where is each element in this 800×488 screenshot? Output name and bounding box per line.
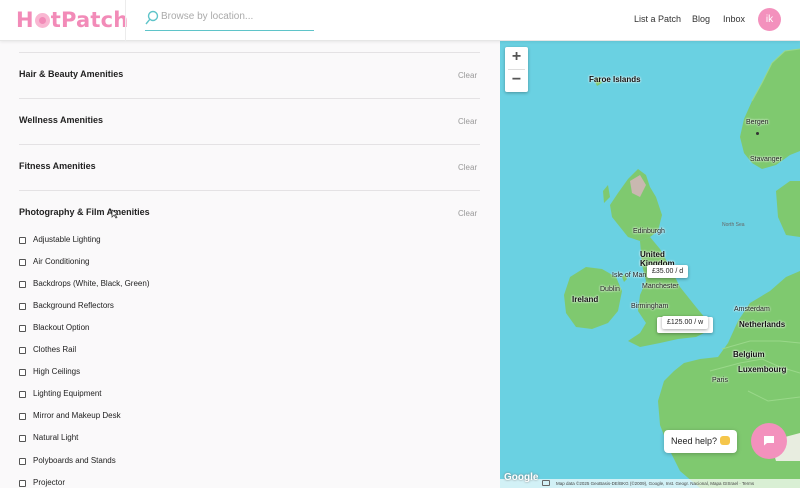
map-label-isle-of-man: Isle of Man (612, 272, 647, 279)
map-label-stavanger: Stavanger (750, 156, 782, 163)
clear-photography-film-button[interactable]: Clear (458, 209, 477, 218)
checkbox[interactable] (19, 347, 26, 354)
map-label-dublin: Dublin (600, 286, 620, 293)
checkbox[interactable] (19, 435, 26, 442)
section-divider (19, 98, 480, 99)
chat-button[interactable] (751, 423, 787, 459)
zoom-out-button[interactable]: − (505, 70, 528, 92)
section-divider (19, 144, 480, 145)
terms-link[interactable]: Terms (742, 481, 754, 486)
clear-hair-beauty-button[interactable]: Clear (458, 71, 477, 80)
nav-inbox[interactable]: Inbox (723, 14, 745, 24)
zoom-control: + − (505, 47, 528, 92)
price-pin-daily[interactable]: £35.00 / d (647, 265, 689, 278)
hotpatch-logo[interactable]: HtPatch (16, 8, 128, 32)
zoom-in-button[interactable]: + (505, 47, 528, 69)
clear-fitness-button[interactable]: Clear (458, 163, 477, 172)
mouse-cursor-icon (111, 209, 119, 219)
search-icon (145, 10, 159, 25)
section-title-hair-beauty[interactable]: Hair & Beauty Amenities (19, 69, 123, 79)
map-label-luxembourg: Luxembourg (738, 365, 787, 374)
option-label: Backdrops (White, Black, Green) (33, 279, 150, 288)
city-dot (756, 132, 759, 135)
option-label: Lighting Equipment (33, 389, 102, 398)
checkbox[interactable] (19, 480, 26, 487)
option-label: Adjustable Lighting (33, 235, 101, 244)
option-label: Projector (33, 478, 66, 487)
section-divider (19, 190, 480, 191)
nav-list-a-patch[interactable]: List a Patch (634, 14, 681, 24)
option-label: Air Conditioning (33, 257, 90, 266)
header-divider (125, 0, 126, 41)
top-header: HtPatch List a Patch Blog Inbox ik (0, 0, 800, 41)
checkbox[interactable] (19, 391, 26, 398)
section-divider (19, 52, 480, 53)
option-label: High Ceilings (33, 367, 81, 376)
option-label: Natural Light (33, 433, 79, 442)
option-label: Mirror and Makeup Desk (33, 411, 121, 420)
map-label-north-sea: North Sea (722, 222, 745, 228)
section-title-photography-film[interactable]: Photography & Film Amenities (19, 207, 150, 217)
map-label-bergen: Bergen (746, 119, 769, 126)
checkbox[interactable] (19, 237, 26, 244)
checkbox[interactable] (19, 413, 26, 420)
section-title-wellness[interactable]: Wellness Amenities (19, 115, 103, 125)
map-label-netherlands: Netherlands (739, 320, 786, 329)
checkbox[interactable] (19, 303, 26, 310)
map-label-paris: Paris (712, 377, 728, 384)
option-label: Polyboards and Stands (33, 456, 116, 465)
need-help-bubble[interactable]: Need help? (664, 430, 738, 453)
clear-wellness-button[interactable]: Clear (458, 117, 477, 126)
map-label-ireland: Ireland (572, 295, 599, 304)
keyboard-shortcuts-icon[interactable] (542, 480, 550, 486)
option-label: Background Reflectors (33, 301, 114, 310)
checkbox[interactable] (19, 369, 26, 376)
section-title-fitness[interactable]: Fitness Amenities (19, 161, 96, 171)
search-bar[interactable] (145, 9, 314, 31)
option-label: Blackout Option (33, 323, 90, 332)
amenities-filter-panel: Hair & Beauty Amenities Clear Wellness A… (0, 41, 500, 488)
map-label-amsterdam: Amsterdam (734, 306, 770, 313)
price-pin-weekly[interactable]: £125.00 / w (662, 316, 709, 329)
wave-emoji-icon (720, 436, 731, 445)
chat-bubble-icon (764, 436, 774, 446)
map-label-birmingham: Birmingham (631, 303, 669, 310)
checkbox[interactable] (19, 281, 26, 288)
checkbox[interactable] (19, 259, 26, 266)
logo-o-icon (34, 13, 50, 28)
map-label-belgium: Belgium (733, 350, 765, 359)
checkbox[interactable] (19, 458, 26, 465)
nav-blog[interactable]: Blog (692, 14, 710, 24)
map-attribution-text: Map data ©2025 GeoBasis-DE/BKG (©2009), … (556, 481, 755, 486)
google-logo: Google (504, 472, 539, 483)
search-input[interactable] (161, 11, 311, 22)
map-label-manchester: Manchester (642, 283, 679, 290)
option-label: Clothes Rail (33, 345, 77, 354)
map-label-faroe: Faroe Islands (589, 75, 641, 84)
checkbox[interactable] (19, 325, 26, 332)
user-avatar[interactable]: ik (758, 8, 781, 31)
map-label-edinburgh: Edinburgh (633, 228, 665, 235)
map-view[interactable]: + − Faroe Islands Bergen Stavanger North… (500, 41, 800, 488)
